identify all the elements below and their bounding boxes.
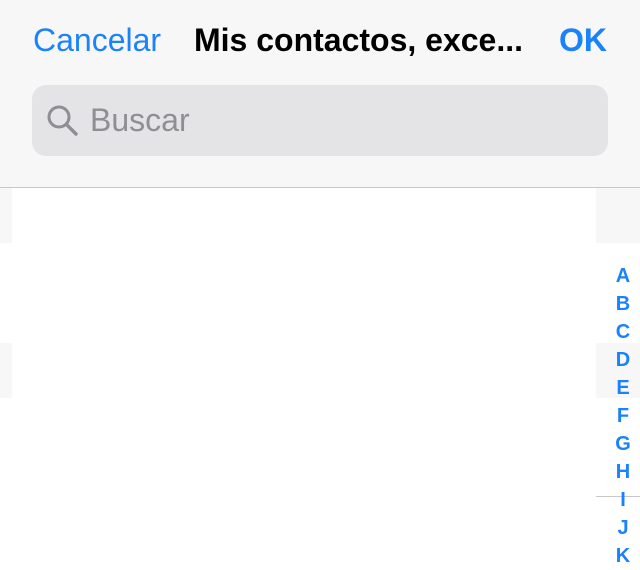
search-bar[interactable] [32, 85, 608, 156]
index-letter-a[interactable]: A [616, 262, 630, 290]
index-letter-j[interactable]: J [617, 514, 628, 542]
index-letter-k[interactable]: K [616, 542, 630, 570]
navigation-header: Cancelar Mis contactos, exce... OK [0, 0, 640, 188]
index-letter-i[interactable]: I [620, 486, 626, 514]
index-letter-f[interactable]: F [617, 402, 629, 430]
index-letter-g[interactable]: G [615, 430, 631, 458]
ok-button[interactable]: OK [559, 20, 607, 60]
section-header-left [0, 343, 12, 398]
index-letter-d[interactable]: D [616, 346, 630, 374]
search-icon [46, 104, 80, 138]
section-header-right [596, 188, 640, 243]
section-index[interactable]: A B C D E F G H I J K [606, 262, 640, 570]
index-letter-b[interactable]: B [616, 290, 630, 318]
index-letter-h[interactable]: H [616, 458, 630, 486]
search-input[interactable] [90, 85, 590, 156]
page-title: Mis contactos, exce... [194, 22, 524, 58]
index-letter-e[interactable]: E [616, 374, 629, 402]
cancel-button[interactable]: Cancelar [33, 20, 161, 60]
section-header-left [0, 188, 12, 243]
index-letter-c[interactable]: C [616, 318, 630, 346]
